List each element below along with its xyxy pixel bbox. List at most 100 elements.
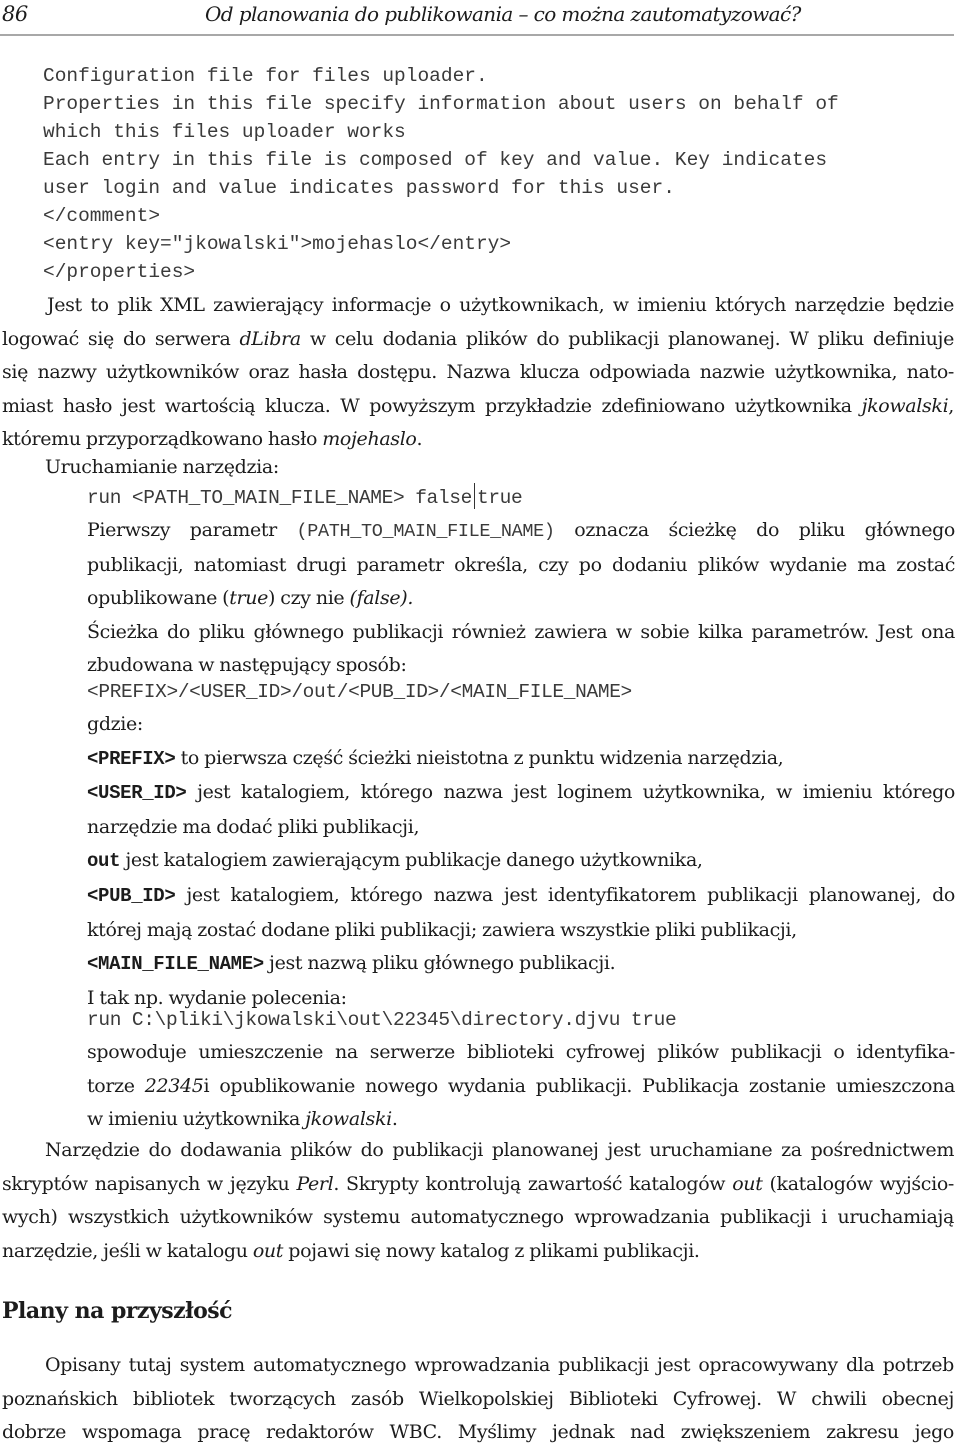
text: publikacji, natomiast drugi parametr okr… bbox=[87, 553, 955, 576]
path-template-code: <PREFIX>/<USER_ID>/out/<PUB_ID>/<MAIN_FI… bbox=[87, 681, 632, 703]
text: narzędzie, jeśli w katalogu bbox=[2, 1239, 253, 1262]
text-line: Opisany tutaj system automatycznego wpro… bbox=[2, 1349, 954, 1383]
emphasis-out: out bbox=[252, 1239, 284, 1262]
text-line: Jest to plik XML zawierający informacje … bbox=[2, 289, 954, 323]
paragraph-perl-scripts: Narzędzie do dodawania plików do publika… bbox=[2, 1134, 954, 1268]
text-line: opublikowane (true) czy nie (false). bbox=[87, 582, 955, 616]
text-line: publikacji, natomiast drugi parametr okr… bbox=[87, 549, 955, 583]
text: wych) wszystkich użytkowników systemu au… bbox=[2, 1206, 954, 1229]
term: <USER_ID> bbox=[87, 782, 187, 805]
definition-pub-id: <PUB_ID> jest katalogiem, którego nazwa … bbox=[87, 879, 955, 914]
text: torze bbox=[87, 1074, 145, 1097]
text: miast hasło jest wartością klucza. W pow… bbox=[2, 394, 862, 417]
definition-user-id: <USER_ID> jest katalogiem, którego nazwa… bbox=[87, 776, 955, 811]
paragraph-xml-description: Jest to plik XML zawierający informacje … bbox=[2, 289, 954, 457]
text: Opisany tutaj system automatycznego wpro… bbox=[45, 1354, 954, 1376]
emphasis-dlibra: dLibra bbox=[239, 327, 301, 350]
term: <PUB_ID> bbox=[87, 884, 176, 907]
text: narzędzie ma dodać pliki publikacji, bbox=[87, 815, 420, 838]
text-line: w imieniu użytkownika jkowalski. bbox=[87, 1103, 955, 1137]
pipe-separator bbox=[473, 483, 475, 509]
emphasis-false: (false). bbox=[349, 587, 414, 610]
command-syntax: run <PATH_TO_MAIN_FILE_NAME> false bbox=[87, 487, 472, 509]
path-template: <PREFIX>/<USER_ID>/out/<PUB_ID>/<MAIN_FI… bbox=[87, 676, 955, 710]
text: Narzędzie do dodawania plików do publika… bbox=[45, 1139, 954, 1161]
page-header: 86 Od planowania do publikowania – co mo… bbox=[0, 0, 954, 36]
emphasis-username: jkowalski bbox=[305, 1108, 392, 1131]
text: spowoduje umieszczenie na serwerze bibli… bbox=[87, 1041, 955, 1063]
code-line: </comment> bbox=[43, 205, 161, 227]
emphasis-password: mojehaslo bbox=[322, 428, 417, 451]
code-line: <entry key="jkowalski">mojehaslo</entry> bbox=[43, 233, 512, 255]
text: któremu przyporządkowano hasło bbox=[2, 428, 323, 451]
text-line: skryptów napisanych w języku Perl. Skryp… bbox=[2, 1168, 954, 1202]
text-line: torze 22345i opublikowanie nowego wydani… bbox=[87, 1070, 955, 1104]
text: oznacza ścieżkę do pliku głównego bbox=[554, 519, 955, 541]
text-line: poznańskich bibliotek tworzących zasób W… bbox=[2, 1383, 954, 1417]
text: jest katalogiem, którego nazwa jest logi… bbox=[186, 781, 955, 804]
term: <PREFIX> bbox=[87, 747, 176, 770]
code-line: </properties> bbox=[43, 261, 196, 283]
text: w imieniu użytkownika bbox=[87, 1108, 306, 1131]
text: Ścieżka do pliku głównego publikacji rów… bbox=[87, 620, 955, 643]
code-line: Properties in this file specify informat… bbox=[43, 93, 839, 115]
text-line: miast hasło jest wartością klucza. W pow… bbox=[2, 390, 954, 424]
text: zbudowana w następujący sposób: bbox=[87, 654, 407, 677]
definition-out: out jest katalogiem zawierającym publika… bbox=[87, 844, 955, 879]
text: pojawi się nowy katalog z plikami publik… bbox=[283, 1239, 700, 1262]
text: jest nazwą pliku głównego publikacji. bbox=[263, 952, 616, 975]
paragraph-future-plans: Opisany tutaj system automatycznego wpro… bbox=[2, 1349, 954, 1450]
definition-main-file-name: <MAIN_FILE_NAME> jest nazwą pliku główne… bbox=[87, 947, 955, 982]
text: Pierwszy parametr bbox=[87, 519, 297, 541]
code-line: which this files uploader works bbox=[43, 121, 406, 143]
text: poznańskich bibliotek tworzących zasób W… bbox=[2, 1387, 954, 1410]
run-label: Uruchamianie narzędzia: bbox=[45, 456, 279, 478]
emphasis-perl: Perl bbox=[296, 1172, 334, 1195]
definitions-list: gdzie: <PREFIX> to pierwsza część ścieżk… bbox=[87, 708, 955, 1015]
text-line: narzędzie ma dodać pliki publikacji, bbox=[87, 811, 955, 845]
text: ) czy nie bbox=[268, 587, 350, 610]
emphasis-pub-id: 22345 bbox=[144, 1074, 204, 1097]
xml-code-listing: Configuration file for files uploader. P… bbox=[43, 62, 839, 286]
text-line: Pierwszy parametr (PATH_TO_MAIN_FILE_NAM… bbox=[87, 514, 955, 549]
term: out bbox=[87, 850, 121, 873]
text-line: narzędzie, jeśli w katalogu out pojawi s… bbox=[2, 1235, 954, 1269]
text: . Skrypty kontrolują zawartość katalogów bbox=[333, 1172, 733, 1195]
text-line: Ścieżka do pliku głównego publikacji rów… bbox=[87, 616, 955, 650]
page-number: 86 bbox=[2, 2, 28, 26]
inline-code: (PATH_TO_MAIN_FILE_NAME) bbox=[296, 521, 555, 542]
text: w celu dodania plików do publikacji plan… bbox=[300, 327, 955, 350]
text: jest katalogiem, którego nazwa jest iden… bbox=[175, 883, 955, 906]
text-line: się nazwy użytkowników oraz hasła dostęp… bbox=[2, 356, 954, 390]
running-title: Od planowania do publikowania – co można… bbox=[205, 2, 801, 26]
paragraph-example-result: spowoduje umieszczenie na serwerze bibli… bbox=[87, 1036, 955, 1137]
text: której mają zostać dodane pliki publikac… bbox=[87, 918, 797, 941]
text: . bbox=[416, 428, 423, 451]
text: skryptów napisanych w języku bbox=[2, 1172, 297, 1195]
code-line: user login and value indicates password … bbox=[43, 177, 675, 199]
definition-prefix: <PREFIX> to pierwsza część ścieżki nieis… bbox=[87, 742, 955, 777]
text: opublikowane ( bbox=[87, 587, 230, 610]
where-label: gdzie: bbox=[87, 713, 143, 735]
command-syntax-true: true bbox=[476, 487, 523, 509]
run-command: run <PATH_TO_MAIN_FILE_NAME> false true bbox=[87, 481, 955, 516]
text: (katalogów wyjścio- bbox=[762, 1172, 954, 1195]
text: Jest to plik XML zawierający informacje … bbox=[47, 294, 954, 316]
text: i opublikowanie nowego wydania publikacj… bbox=[203, 1074, 955, 1097]
emphasis-true: true bbox=[229, 587, 269, 610]
example-command: run C:\pliki\jkowalski\out\22345\directo… bbox=[87, 1004, 955, 1038]
emphasis-out: out bbox=[732, 1172, 763, 1195]
text: się nazwy użytkowników oraz hasła dostęp… bbox=[2, 361, 954, 384]
text: , bbox=[948, 394, 954, 417]
text-line: logować się do serwera dLibra w celu dod… bbox=[2, 323, 954, 357]
emphasis-username: jkowalski bbox=[861, 394, 949, 417]
text: logować się do serwera bbox=[2, 327, 240, 350]
text-line: wych) wszystkich użytkowników systemu au… bbox=[2, 1201, 954, 1235]
text: dobrze wspomaga pracę redaktorów WBC. My… bbox=[2, 1421, 954, 1444]
paragraph-parameters: Pierwszy parametr (PATH_TO_MAIN_FILE_NAM… bbox=[87, 514, 955, 683]
text: to pierwsza część ścieżki nieistotna z p… bbox=[175, 746, 784, 769]
text-line: dobrze wspomaga pracę redaktorów WBC. My… bbox=[2, 1416, 954, 1450]
text-line: Narzędzie do dodawania plików do publika… bbox=[2, 1134, 954, 1168]
text-line: której mają zostać dodane pliki publikac… bbox=[87, 914, 955, 948]
text: . bbox=[391, 1108, 398, 1131]
